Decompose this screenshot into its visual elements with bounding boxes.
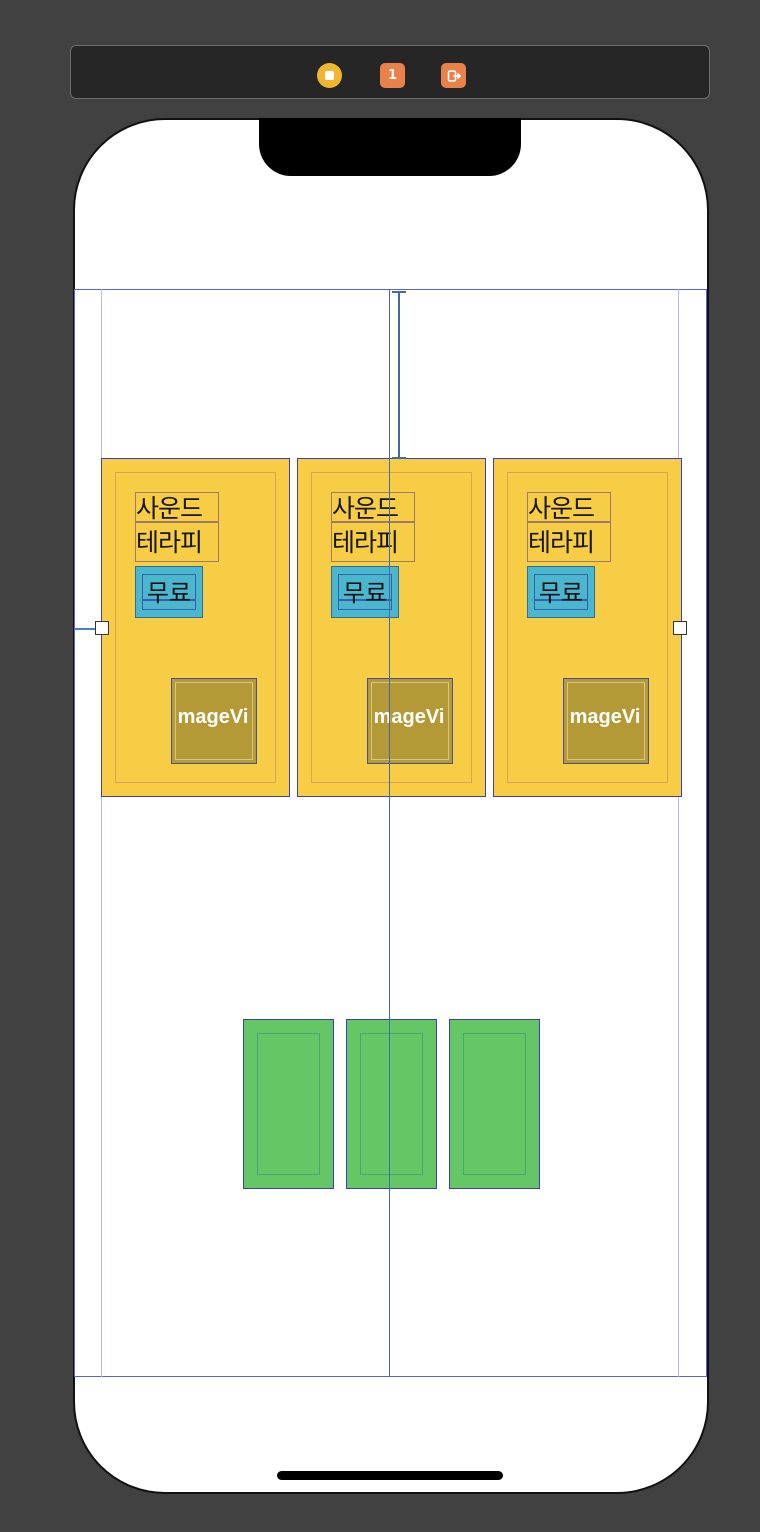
green-stack-item[interactable] <box>243 1019 334 1189</box>
badge-label: 무료 <box>538 579 584 607</box>
constraint-cap-bottom <box>392 457 406 459</box>
card-title: 사운드 테라피 <box>528 494 595 557</box>
view-controller-icon[interactable] <box>317 63 342 88</box>
category-card[interactable]: 사운드 테라피 무료 mageVi <box>297 458 486 797</box>
badge-label-box: 무료 <box>338 574 392 610</box>
title-label-box[interactable]: 사운드 테라피 <box>331 492 415 562</box>
green-inner-view <box>257 1033 320 1175</box>
first-responder-icon[interactable]: 1 <box>380 63 405 88</box>
category-card[interactable]: 사운드 테라피 무료 mageVi <box>493 458 682 797</box>
home-indicator <box>277 1471 503 1480</box>
category-card[interactable]: 사운드 테라피 무료 mageVi <box>101 458 290 797</box>
resize-handle-left[interactable] <box>95 621 109 635</box>
badge-label-box: 무료 <box>534 574 588 610</box>
scene-dock-bar: 1 <box>70 45 710 99</box>
card-title: 사운드 테라피 <box>332 494 399 557</box>
title-label-box[interactable]: 사운드 테라피 <box>135 492 219 562</box>
device-notch <box>259 118 521 176</box>
badge-label: 무료 <box>146 579 192 607</box>
resize-handle-right[interactable] <box>673 621 687 635</box>
image-view-placeholder[interactable]: mageVi <box>563 678 649 764</box>
layout-margin-right <box>678 289 679 1377</box>
green-inner-view <box>463 1033 526 1175</box>
green-stack-item[interactable] <box>449 1019 540 1189</box>
exit-icon[interactable] <box>441 63 466 88</box>
free-badge[interactable]: 무료 <box>527 566 595 618</box>
green-inner-view <box>360 1033 423 1175</box>
title-label-box[interactable]: 사운드 테라피 <box>527 492 611 562</box>
image-view-label: mageVi <box>373 706 445 728</box>
badge-label-box: 무료 <box>142 574 196 610</box>
image-view-label: mageVi <box>177 706 249 728</box>
image-view-placeholder[interactable]: mageVi <box>367 678 453 764</box>
main-view-bounds[interactable] <box>74 289 707 1377</box>
top-spacing-constraint[interactable] <box>398 291 400 458</box>
layout-margin-left <box>101 289 102 1377</box>
card-title: 사운드 테라피 <box>136 494 203 557</box>
free-badge[interactable]: 무료 <box>135 566 203 618</box>
image-view-placeholder[interactable]: mageVi <box>171 678 257 764</box>
exit-arrow-glyph <box>447 69 461 82</box>
green-stack-item[interactable] <box>346 1019 437 1189</box>
image-view-label: mageVi <box>569 706 641 728</box>
center-x-constraint[interactable] <box>388 289 390 1377</box>
constraint-cap-top <box>392 291 406 293</box>
badge-label: 무료 <box>342 579 388 607</box>
